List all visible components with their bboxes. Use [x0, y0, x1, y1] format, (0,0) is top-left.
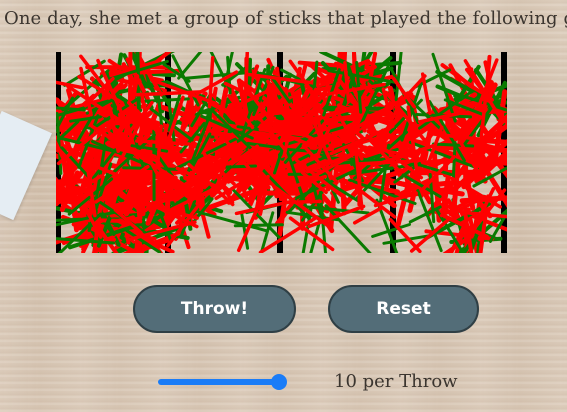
slider-track[interactable] — [158, 379, 282, 385]
stick-893 — [243, 52, 250, 108]
stick-771 — [122, 166, 180, 171]
paper-corner-decoration — [0, 110, 52, 221]
sticks-canvas — [56, 52, 507, 253]
per-throw-label: 10 per Throw — [334, 371, 458, 392]
slider-thumb[interactable] — [271, 374, 287, 390]
stick-790 — [56, 217, 82, 222]
sticks-per-throw-slider[interactable] — [158, 372, 288, 392]
sticks-drawing — [56, 52, 507, 253]
reset-button[interactable]: Reset — [328, 285, 479, 333]
story-text: One day, she met a group of sticks that … — [4, 8, 567, 29]
throw-button[interactable]: Throw! — [133, 285, 296, 333]
stick-824 — [222, 164, 257, 169]
stick-983 — [352, 206, 384, 225]
stick-729 — [56, 177, 112, 185]
